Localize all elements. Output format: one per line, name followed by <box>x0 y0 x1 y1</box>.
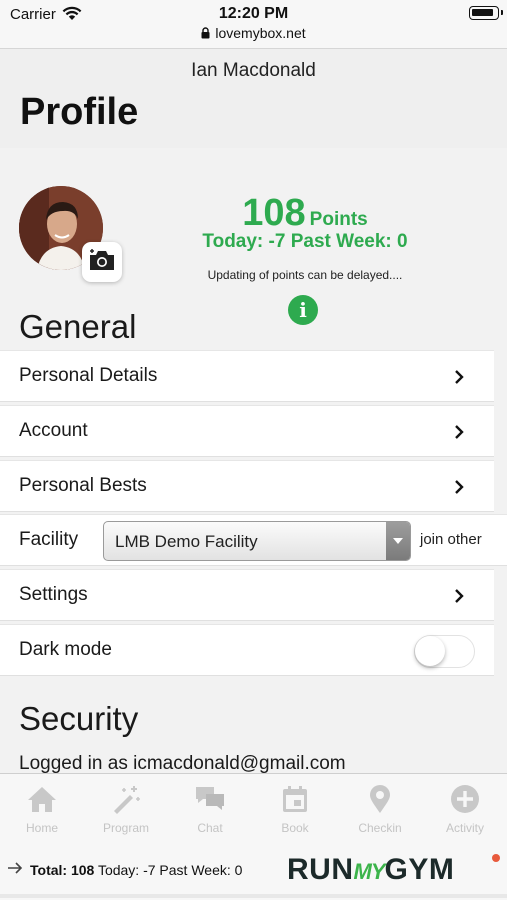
status-bar: Carrier 12:20 PM lovemybox.net <box>0 0 507 48</box>
bottom-tab-bar: Home Program Chat Book Checkin Activity … <box>0 773 507 900</box>
points-label: Points <box>309 209 368 230</box>
url-bar[interactable]: lovemybox.net <box>0 25 507 42</box>
row-account[interactable]: Account <box>0 405 494 457</box>
chevron-right-icon <box>455 370 464 384</box>
calendar-icon <box>283 786 307 812</box>
toggle-knob <box>415 636 445 666</box>
facility-label: Facility <box>19 529 79 550</box>
points-today-week: Today: -7 Past Week: 0 <box>202 231 408 252</box>
home-icon <box>28 787 56 812</box>
divider <box>0 894 507 898</box>
chevron-right-icon <box>455 425 464 439</box>
magic-wand-icon <box>114 786 140 814</box>
tab-activity[interactable]: Activity <box>423 784 507 835</box>
url-text: lovemybox.net <box>215 25 306 41</box>
tab-label: Activity <box>445 821 484 835</box>
info-icon[interactable]: i <box>288 295 318 325</box>
camera-icon <box>88 248 116 277</box>
chat-icon <box>196 787 224 810</box>
dark-mode-toggle[interactable] <box>414 635 475 668</box>
plus-circle-icon <box>451 785 479 813</box>
row-label: Settings <box>19 584 88 605</box>
tab-label: Home <box>25 821 58 835</box>
tab-label: Book <box>281 821 309 835</box>
brand-run: RUN <box>287 853 354 886</box>
section-title-general: General <box>19 308 137 345</box>
row-label: Dark mode <box>19 639 112 660</box>
row-label: Personal Bests <box>19 475 147 496</box>
tab-checkin[interactable]: Checkin <box>338 784 422 835</box>
row-label: Account <box>19 420 88 441</box>
brand-gym: GYM <box>384 853 455 886</box>
summary-total: Total: 108 <box>30 862 95 878</box>
change-photo-button[interactable] <box>82 242 122 282</box>
map-pin-icon <box>370 785 390 813</box>
dropdown-arrow-icon <box>386 522 410 560</box>
row-personal-details[interactable]: Personal Details <box>0 350 494 402</box>
brand-my: MY <box>353 859 386 884</box>
row-dark-mode: Dark mode <box>0 624 494 676</box>
summary-today: Today: -7 Past Week: 0 <box>97 862 243 878</box>
tab-home[interactable]: Home <box>0 784 84 835</box>
facility-select-value: LMB Demo Facility <box>115 532 258 551</box>
lock-icon <box>201 26 210 42</box>
brand-logo: RUNMYGYM <box>287 853 454 887</box>
tab-label: Chat <box>197 821 223 835</box>
section-title-security: Security <box>19 700 139 737</box>
row-settings[interactable]: Settings <box>0 569 494 621</box>
row-label: Personal Details <box>19 365 158 386</box>
tab-program[interactable]: Program <box>84 784 168 835</box>
summary-text: Total: 108 Today: -7 Past Week: 0 <box>30 862 242 878</box>
user-name: Ian Macdonald <box>191 60 316 81</box>
chevron-right-icon <box>455 589 464 603</box>
row-personal-bests[interactable]: Personal Bests <box>0 460 494 512</box>
arrow-right-icon[interactable] <box>7 860 23 876</box>
tab-label: Checkin <box>358 821 402 835</box>
points-number: 108 <box>242 192 306 234</box>
points-delay-note: Updating of points can be delayed.... <box>207 268 403 282</box>
battery-icon <box>469 6 503 20</box>
page-title: Profile <box>20 91 139 133</box>
points-summary-bar: Total: 108 Today: -7 Past Week: 0 RUNMYG… <box>0 844 507 896</box>
profile-header: Ian Macdonald Profile <box>0 48 507 148</box>
clock: 12:20 PM <box>218 5 289 22</box>
tab-label: Program <box>102 821 149 835</box>
row-facility: Facility LMB Demo Facility join other <box>0 514 507 566</box>
tab-book[interactable]: Book <box>253 784 337 835</box>
logged-in-text: Logged in as icmacdonald@gmail.com <box>19 753 346 773</box>
points-total: 108 Points <box>150 192 460 235</box>
notification-dot <box>492 854 500 862</box>
facility-select[interactable]: LMB Demo Facility <box>103 521 411 561</box>
tab-chat[interactable]: Chat <box>168 784 252 835</box>
join-other-link[interactable]: join other <box>420 531 482 548</box>
chevron-right-icon <box>455 480 464 494</box>
